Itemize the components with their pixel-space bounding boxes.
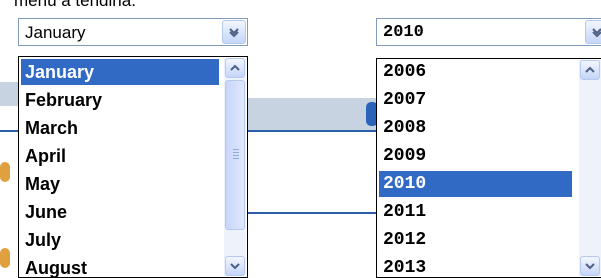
month-scrollbar[interactable]	[224, 58, 246, 276]
year-option[interactable]: 2010	[379, 171, 572, 197]
year-option[interactable]: 2007	[379, 87, 572, 113]
caption-text: menù a tendina.	[14, 0, 136, 10]
month-scroll-thumb[interactable]	[225, 80, 245, 230]
year-dropdown-button[interactable]	[585, 20, 601, 44]
year-option[interactable]: 2012	[379, 227, 572, 253]
year-option[interactable]: 2013	[379, 255, 572, 277]
background-strip	[0, 82, 18, 106]
year-option[interactable]: 2009	[379, 143, 572, 169]
month-option[interactable]: July	[21, 227, 219, 253]
chevron-up-icon	[585, 66, 595, 73]
month-option[interactable]: March	[21, 115, 219, 141]
background-icon	[0, 162, 10, 182]
background-line	[0, 130, 18, 132]
month-dropdown-button[interactable]	[222, 20, 246, 44]
year-scroll-down-button[interactable]	[580, 256, 600, 276]
year-dropdown-list[interactable]: 2006 2007 2008 2009 2010 2011 2012 2013	[376, 58, 601, 278]
year-option[interactable]: 2011	[379, 199, 572, 225]
thumb-grip	[233, 155, 239, 156]
year-option[interactable]: 2006	[379, 59, 572, 85]
chevron-down-icon	[592, 28, 601, 38]
month-scroll-up-button[interactable]	[225, 58, 245, 78]
background-line	[248, 130, 378, 132]
month-dropdown-list[interactable]: January February March April May June Ju…	[18, 56, 248, 278]
chevron-down-icon	[229, 28, 239, 38]
month-option[interactable]: January	[21, 59, 219, 85]
month-select-value: January	[25, 23, 86, 42]
month-scroll-down-button[interactable]	[225, 256, 245, 276]
background-strip	[248, 98, 378, 132]
thumb-grip	[233, 149, 239, 150]
chevron-up-icon	[230, 64, 240, 71]
thumb-grip	[233, 152, 239, 153]
month-option[interactable]: February	[21, 87, 219, 113]
background-line	[248, 212, 378, 214]
background-icon	[0, 248, 10, 268]
year-option[interactable]: 2008	[379, 115, 572, 141]
year-scrollbar[interactable]	[579, 60, 601, 276]
thumb-grip	[233, 158, 239, 159]
year-select[interactable]: 2010	[376, 18, 601, 46]
chevron-down-icon	[230, 263, 240, 270]
year-scroll-up-button[interactable]	[580, 60, 600, 80]
month-option[interactable]: August	[21, 255, 219, 277]
month-option[interactable]: June	[21, 199, 219, 225]
chevron-down-icon	[585, 263, 595, 270]
year-select-value: 2010	[383, 23, 424, 42]
month-option[interactable]: May	[21, 171, 219, 197]
month-option[interactable]: April	[21, 143, 219, 169]
month-select[interactable]: January	[18, 18, 248, 46]
